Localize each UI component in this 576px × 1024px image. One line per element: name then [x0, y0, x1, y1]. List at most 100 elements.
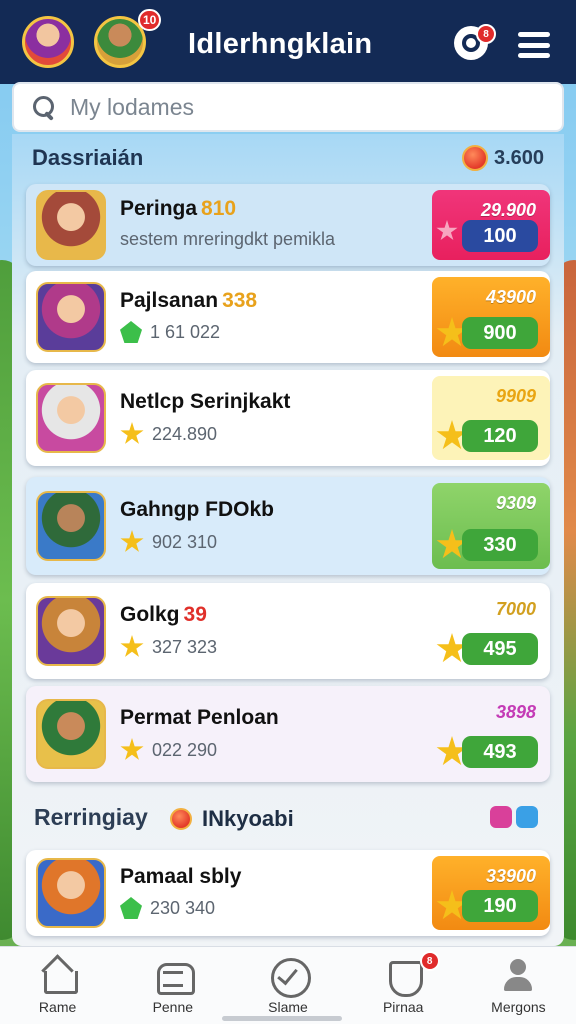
player-stat-text: 022 290: [152, 739, 218, 760]
verified-icon[interactable]: [516, 806, 538, 828]
top-bar: 10 Idlerhngklain 8: [0, 0, 576, 84]
score-top-value: 29.900: [480, 200, 536, 220]
home-icon: [40, 957, 78, 994]
player-name-text: Netlcp Serinjkakt: [120, 390, 291, 413]
nav-item-shield[interactable]: 8 Pirnaa: [346, 947, 461, 1024]
player-name: Netlcp Serinjkakt: [120, 390, 290, 414]
gem-icon: [120, 321, 142, 343]
player-name: Pamaal sbly: [120, 865, 241, 889]
player-stat-text: 230 340: [150, 897, 216, 918]
player-avatar[interactable]: [36, 491, 106, 561]
player-tag: 39: [183, 603, 207, 626]
star-icon: [120, 635, 144, 657]
nav-label: Rame: [38, 999, 77, 1015]
score-top-value: 9909: [495, 386, 536, 406]
nav-label: Pirnaa: [382, 999, 424, 1015]
points-total: 3.600: [462, 145, 544, 171]
score-pill: 495: [462, 633, 538, 665]
points-value: 3.600: [494, 146, 545, 169]
player-stat: 022 290: [120, 738, 217, 762]
score-top-value: 33900: [485, 866, 536, 886]
score-box[interactable]: 43900 900: [432, 277, 550, 357]
score-pill: 100: [462, 220, 538, 252]
player-avatar[interactable]: [36, 383, 106, 453]
score-box[interactable]: 3898 493: [432, 692, 550, 776]
player-name: Gahngp FDOkb: [120, 498, 274, 522]
player-stat-text: 902 310: [152, 531, 218, 552]
player-avatar[interactable]: [36, 190, 106, 260]
red-coin-icon: [462, 145, 488, 171]
player-tag: 810: [201, 197, 237, 220]
score-pill: 493: [462, 736, 538, 768]
player-stat-text: 327 323: [152, 636, 218, 657]
star-icon: [120, 738, 144, 760]
gem-icon: [120, 897, 142, 919]
score-box[interactable]: 7000 495: [432, 589, 550, 673]
nav-label: Penne: [152, 999, 194, 1015]
player-stat: 327 323: [120, 635, 217, 659]
section2-badge: INkyoabi: [170, 806, 294, 832]
section2-title: Rerringiay: [34, 804, 148, 830]
nav-item-book[interactable]: Penne: [115, 947, 230, 1024]
player-avatar[interactable]: [36, 699, 106, 769]
home-indicator: [222, 1016, 342, 1021]
menu-icon[interactable]: [518, 32, 550, 58]
star-icon: [120, 422, 144, 444]
leaderboard-row[interactable]: Peringa 810 sestem mreringdkt pemikla 29.90…: [26, 184, 550, 266]
score-box[interactable]: 33900 190: [432, 856, 550, 930]
score-pill: 190: [462, 890, 538, 922]
star-icon: [120, 530, 144, 552]
player-stat-text: 224.890: [152, 423, 218, 444]
player-name-text: Pamaal sbly: [120, 865, 242, 888]
nav-item-profile[interactable]: Mergons: [461, 947, 576, 1024]
section2-badge-label: INkyoabi: [202, 806, 294, 831]
player-stat-text: sestem mreringdkt pemikla: [120, 229, 336, 249]
score-box[interactable]: 29.900 100: [432, 190, 550, 260]
leaderboard-row[interactable]: Gahngp FDOkb 902 310 9309 330: [26, 477, 550, 575]
player-name: Permat Penloan: [120, 706, 279, 730]
player-avatar[interactable]: [36, 596, 106, 666]
nav-item-check[interactable]: Slame: [230, 947, 345, 1024]
player-name-text: Golkg: [120, 603, 180, 626]
leaderboard-row[interactable]: Pajlsanan 338 1 61 022 43900 900: [26, 271, 550, 363]
bottom-nav: Rame Penne Slame 8 Pirnaa Mergons: [0, 946, 576, 1024]
score-box[interactable]: 9909 120: [432, 376, 550, 460]
player-stat-text: 1 61 022: [150, 321, 221, 342]
leaderboard-row[interactable]: Pamaal sbly 230 340 33900 190: [26, 850, 550, 936]
score-top-value: 9309: [495, 493, 536, 513]
nav-item-home[interactable]: Rame: [0, 947, 115, 1024]
search-icon: [30, 94, 56, 120]
player-avatar[interactable]: [36, 282, 106, 352]
red-coin-icon: [170, 808, 192, 830]
player-stat: 1 61 022: [120, 321, 220, 343]
player-name-text: Permat Penloan: [120, 706, 279, 729]
nav-label: Mergons: [491, 999, 546, 1015]
player-stat: 230 340: [120, 897, 215, 919]
player-name: Pajlsanan 338: [120, 289, 257, 313]
player-stat: 224.890: [120, 422, 217, 446]
score-top-value: 43900: [485, 287, 536, 307]
leaderboard-row[interactable]: Netlcp Serinjkakt 224.890 9909 120: [26, 370, 550, 466]
section-title: Dassriaián: [32, 145, 144, 170]
player-avatar[interactable]: [22, 16, 74, 68]
score-pill: 120: [462, 420, 538, 452]
notification-badge: 10: [138, 9, 162, 31]
section2-icons: [490, 806, 538, 828]
leaderboard-row[interactable]: Permat Penloan 022 290 3898 493: [26, 686, 550, 782]
user-icon: [500, 957, 536, 993]
score-top-value: 3898: [495, 702, 536, 722]
leaderboard-row[interactable]: Golkg 39 327 323 7000 495: [26, 583, 550, 679]
player-tag: 338: [222, 289, 258, 312]
book-icon: [155, 957, 195, 995]
score-box[interactable]: 9309 330: [432, 483, 550, 569]
star-icon: [436, 220, 458, 241]
pink-badge-icon[interactable]: [490, 806, 512, 828]
player-avatar[interactable]: [36, 858, 106, 928]
coin-badge: 8: [476, 24, 496, 44]
player-name-text: Pajlsanan: [120, 289, 219, 312]
player-name-text: Gahngp FDOkb: [120, 498, 274, 521]
shield-icon: [385, 957, 424, 997]
search-input[interactable]: [70, 93, 510, 121]
nav-badge: 8: [419, 951, 440, 971]
player-name-text: Peringa: [120, 197, 198, 220]
